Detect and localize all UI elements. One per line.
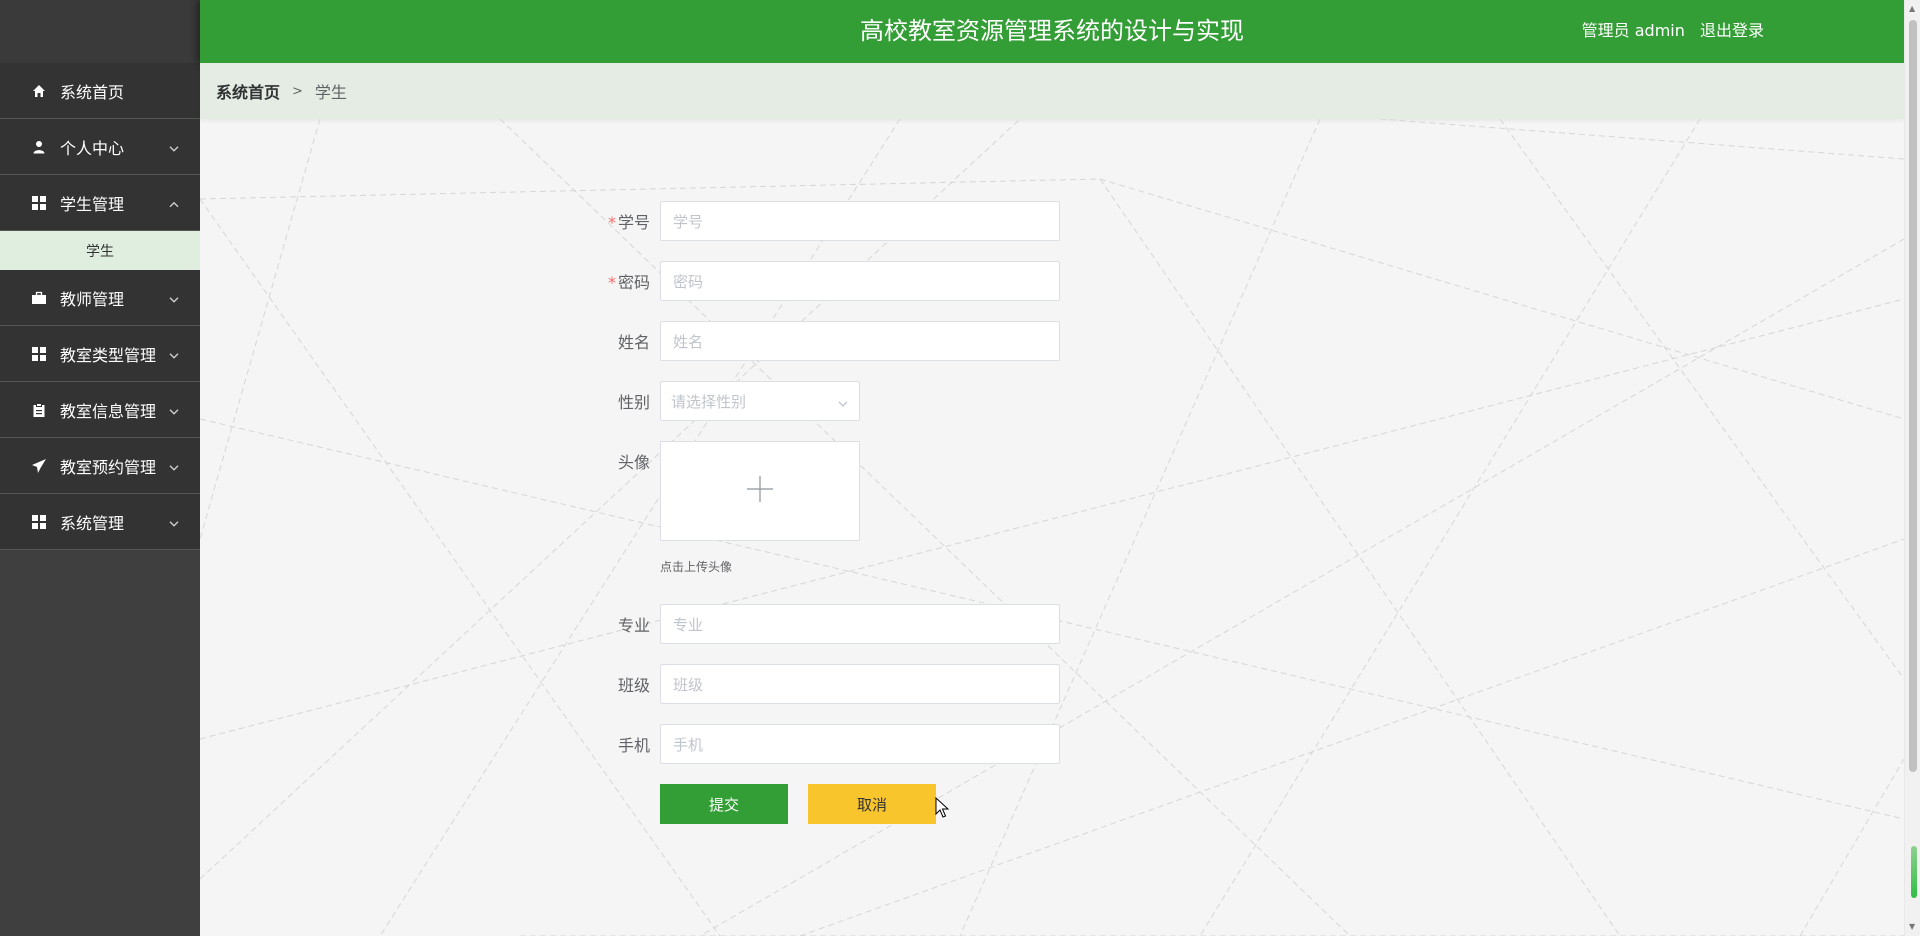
avatar-upload-tip: 点击上传头像 bbox=[660, 560, 733, 574]
cancel-button[interactable]: 取消 bbox=[808, 784, 936, 824]
page-scrollbar[interactable]: ▲ ▼ bbox=[1904, 0, 1920, 936]
form-row-major: 专业 专业 bbox=[410, 604, 1060, 644]
chevron-down-icon bbox=[168, 139, 180, 152]
major-placeholder: 专业 bbox=[673, 615, 704, 634]
plus-icon bbox=[746, 475, 774, 507]
name-label: 姓名 bbox=[617, 333, 650, 352]
breadcrumb-home[interactable]: 系统首页 bbox=[216, 79, 280, 103]
sidebar-subitem-label: 学生 bbox=[86, 243, 114, 260]
name-placeholder: 姓名 bbox=[673, 332, 704, 351]
gender-select[interactable]: 请选择性别 bbox=[660, 381, 860, 421]
breadcrumb: 系统首页 > 学生 bbox=[200, 63, 1904, 119]
main-content: * 学号 学号 * 密码 密码 姓名 姓名 性别 请选择性别 头像 点击上传头像… bbox=[200, 119, 1904, 936]
chevron-down-icon bbox=[168, 458, 180, 471]
password-label: * 密码 bbox=[607, 273, 650, 292]
chevron-down-icon bbox=[168, 346, 180, 359]
user-label: 管理员 admin bbox=[1581, 21, 1685, 40]
clipboard-icon bbox=[32, 402, 46, 417]
grid-icon bbox=[32, 514, 46, 529]
required-mark: * bbox=[607, 213, 616, 232]
student-id-input[interactable]: 学号 bbox=[660, 201, 1060, 241]
sidebar-item-teacher-management[interactable]: 教师管理 bbox=[0, 270, 200, 326]
mouse-cursor-icon bbox=[935, 797, 949, 818]
form-row-phone: 手机 手机 bbox=[410, 724, 1060, 764]
major-input[interactable]: 专业 bbox=[660, 604, 1060, 644]
scrollbar-thumb[interactable] bbox=[1909, 20, 1917, 772]
name-input[interactable]: 姓名 bbox=[660, 321, 1060, 361]
user-icon bbox=[32, 140, 46, 154]
form-row-password: * 密码 密码 bbox=[410, 261, 1060, 301]
password-input[interactable]: 密码 bbox=[660, 261, 1060, 301]
chevron-down-icon bbox=[168, 514, 180, 527]
required-mark: * bbox=[607, 273, 616, 292]
phone-input[interactable]: 手机 bbox=[660, 724, 1060, 764]
grid-icon bbox=[32, 195, 46, 210]
sidebar-item-classroom-type-management[interactable]: 教室类型管理 bbox=[0, 326, 200, 382]
avatar-label: 头像 bbox=[617, 453, 650, 472]
breadcrumb-current: 学生 bbox=[314, 83, 347, 102]
sidebar-item-label: 系统管理 bbox=[60, 513, 125, 533]
student-id-label: * 学号 bbox=[607, 213, 650, 232]
gender-placeholder: 请选择性别 bbox=[671, 392, 747, 411]
gender-label: 性别 bbox=[617, 393, 650, 412]
major-label: 专业 bbox=[617, 616, 650, 635]
grid-icon bbox=[32, 346, 46, 361]
top-header: 高校教室资源管理系统的设计与实现 管理员 admin 退出登录 bbox=[200, 0, 1904, 63]
scroll-up-icon[interactable]: ▲ bbox=[1909, 4, 1915, 13]
sidebar-item-label: 教室预约管理 bbox=[60, 457, 157, 477]
sidebar-item-system-management[interactable]: 系统管理 bbox=[0, 494, 200, 550]
form-row-class: 班级 班级 bbox=[410, 664, 1060, 704]
submit-button[interactable]: 提交 bbox=[660, 784, 788, 824]
sidebar-item-student-management[interactable]: 学生管理 bbox=[0, 175, 200, 231]
briefcase-icon bbox=[32, 291, 46, 305]
class-placeholder: 班级 bbox=[673, 675, 704, 694]
sidebar-subitem-student[interactable]: 学生 bbox=[0, 231, 200, 270]
form-row-gender: 性别 请选择性别 bbox=[410, 381, 860, 421]
sidebar-item-home[interactable]: 系统首页 bbox=[0, 63, 200, 119]
class-input[interactable]: 班级 bbox=[660, 664, 1060, 704]
chevron-up-icon bbox=[168, 195, 180, 207]
sidebar-item-label: 系统首页 bbox=[60, 82, 125, 102]
sidebar-logo-area bbox=[0, 0, 200, 63]
avatar-upload[interactable] bbox=[660, 441, 860, 541]
chevron-down-icon bbox=[168, 402, 180, 415]
breadcrumb-separator: > bbox=[292, 83, 303, 99]
sidebar: 系统首页 个人中心 学生管理 学生 教师管理 教室类型管理 教室信息管理 教室预… bbox=[0, 0, 200, 936]
sidebar-item-label: 教室信息管理 bbox=[60, 401, 157, 421]
password-placeholder: 密码 bbox=[673, 272, 704, 291]
sidebar-item-label: 教师管理 bbox=[60, 289, 125, 309]
chevron-down-icon bbox=[837, 396, 849, 408]
scroll-down-icon[interactable]: ▼ bbox=[1909, 922, 1915, 931]
sidebar-item-classroom-booking-management[interactable]: 教室预约管理 bbox=[0, 438, 200, 494]
sidebar-item-label: 教室类型管理 bbox=[60, 345, 157, 365]
form-row-avatar: 头像 bbox=[410, 441, 860, 541]
scroll-indicator bbox=[1911, 846, 1917, 898]
sidebar-item-label: 个人中心 bbox=[60, 138, 125, 158]
home-icon bbox=[32, 84, 46, 98]
user-area: 管理员 admin 退出登录 bbox=[1572, 0, 1764, 63]
phone-placeholder: 手机 bbox=[673, 735, 704, 754]
form-row-name: 姓名 姓名 bbox=[410, 321, 1060, 361]
sidebar-item-personal-center[interactable]: 个人中心 bbox=[0, 119, 200, 175]
logout-link[interactable]: 退出登录 bbox=[1700, 21, 1764, 40]
class-label: 班级 bbox=[617, 676, 650, 695]
student-id-placeholder: 学号 bbox=[673, 212, 704, 231]
chevron-down-icon bbox=[168, 290, 180, 303]
sidebar-item-label: 学生管理 bbox=[60, 194, 125, 214]
send-icon bbox=[32, 458, 46, 473]
sidebar-item-classroom-info-management[interactable]: 教室信息管理 bbox=[0, 382, 200, 438]
phone-label: 手机 bbox=[617, 736, 650, 755]
form-row-student-id: * 学号 学号 bbox=[410, 201, 1060, 241]
